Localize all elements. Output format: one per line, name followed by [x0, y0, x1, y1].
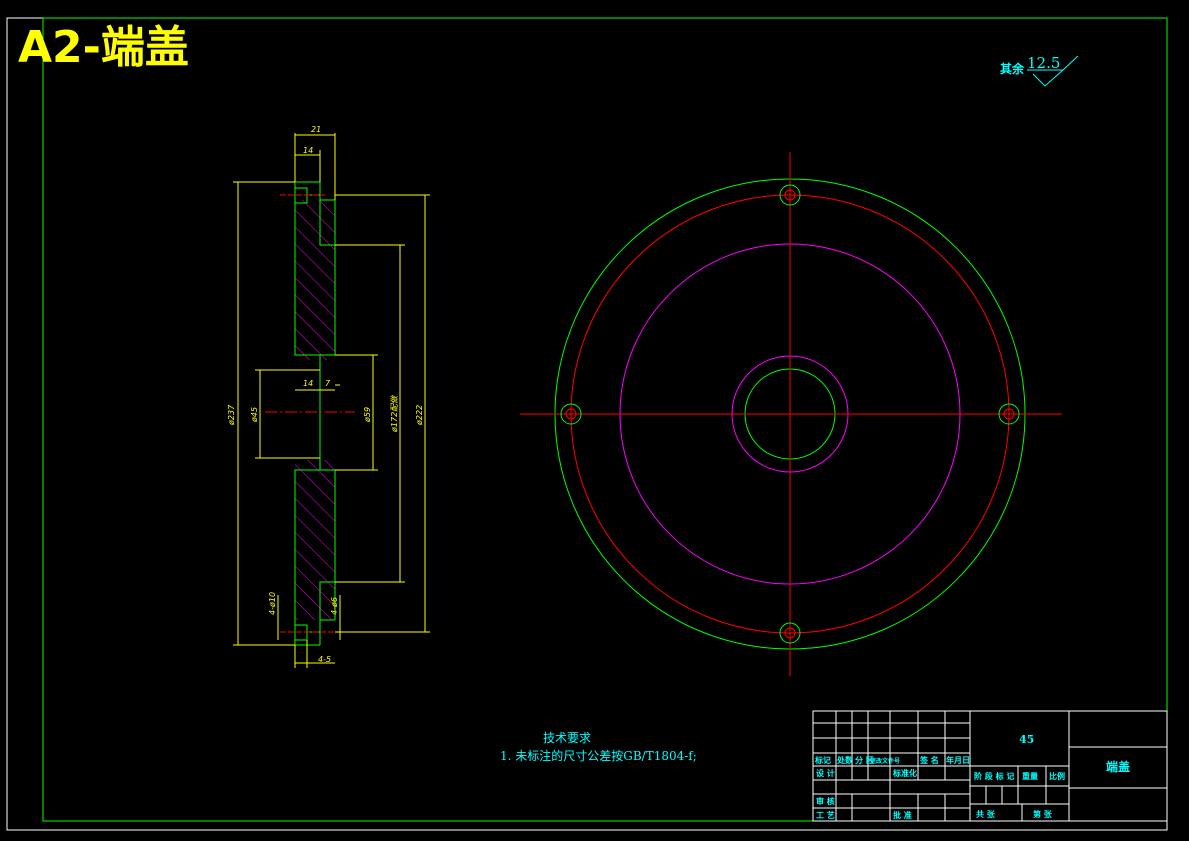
roughness-symbol: 其余 12.5 [1000, 54, 1079, 87]
tb-review: 审 核 [816, 796, 835, 806]
tb-stage: 阶 段 标 记 [974, 771, 1014, 781]
sheet-title: A2-端盖 [18, 22, 189, 73]
section-view [265, 181, 355, 646]
tb-sheet: 第 张 [1033, 809, 1053, 819]
tb-approve: 批 准 [893, 810, 912, 820]
part-name: 端盖 [1106, 759, 1130, 774]
dim-7: 7 [325, 379, 331, 388]
drawing-canvas: A2-端盖 其余 12.5 21 14 14 7 ø237 ø45 ø59 ø1… [6, 17, 1168, 831]
dim-depth-5: 4-5 [318, 655, 331, 664]
notes-line-1: 1. 未标注的尺寸公差按GB/T1804-f; [500, 748, 697, 763]
dim-45: ø45 [250, 407, 259, 423]
tb-total: 共 张 [976, 809, 996, 819]
tb-col-2: 处数 [836, 755, 854, 765]
notes-heading: 技术要求 [543, 731, 591, 745]
dim-237: ø237 [227, 404, 236, 426]
tb-col-6: 年月日 [946, 755, 970, 765]
roughness-value: 12.5 [1027, 54, 1060, 72]
outer-border [6, 17, 1168, 831]
tb-design: 设 计 [816, 768, 835, 778]
front-view [520, 152, 1062, 676]
dim-172: ø172配做 [390, 395, 399, 433]
dim-222: ø222 [415, 405, 424, 426]
tb-scale: 比例 [1049, 771, 1065, 781]
tb-standardization: 标准化 [892, 768, 917, 778]
dim-holes-10: 4-ø10 [268, 592, 277, 615]
dim-21: 21 [311, 125, 321, 134]
tb-weight: 重量 [1022, 771, 1038, 781]
roughness-label: 其余 [1000, 61, 1025, 76]
dim-59: ø59 [363, 407, 372, 423]
title-block-text: 45 端盖 标记 处数 分 区 更改文件号 签 名 年月日 设 计 标准化 阶 … [814, 733, 1130, 820]
dim-holes-6: 4-ø6 [330, 597, 339, 615]
tb-col-5: 签 名 [919, 755, 939, 765]
material: 45 [1019, 733, 1034, 746]
tb-col-1: 标记 [814, 755, 831, 765]
dim-14-top: 14 [303, 146, 313, 155]
tb-process: 工 艺 [816, 810, 835, 820]
tb-col-4: 更改文件号 [870, 757, 900, 765]
dim-14-mid: 14 [303, 379, 313, 388]
inner-frame [42, 17, 1168, 822]
